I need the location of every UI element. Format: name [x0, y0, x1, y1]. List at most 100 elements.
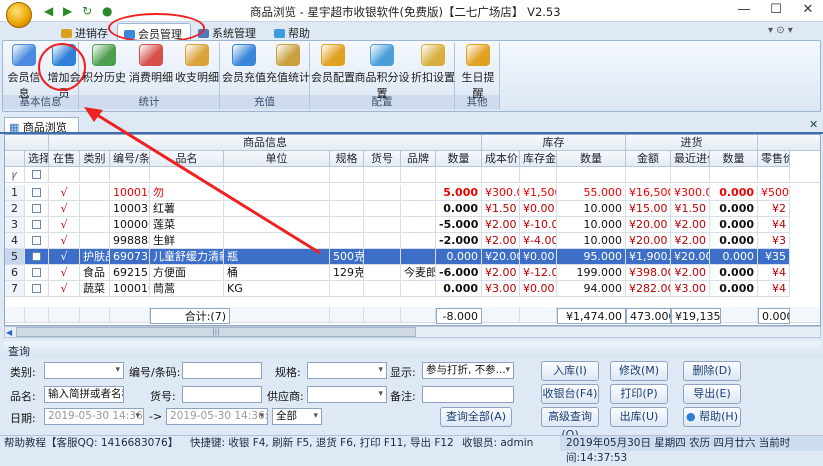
- query-all-button[interactable]: 查询全部(A): [440, 407, 512, 427]
- points-history-button[interactable]: 积分历史: [82, 44, 126, 88]
- help-button[interactable]: ● 帮助(H): [683, 407, 741, 427]
- name-label: 品名:: [10, 390, 36, 403]
- table-cell: [364, 233, 401, 249]
- birthday-reminder-button[interactable]: 生日提醒: [457, 44, 499, 100]
- table-cell: [330, 201, 364, 217]
- category-select[interactable]: [44, 362, 124, 379]
- cashier-button[interactable]: 收银台(F4): [541, 384, 599, 404]
- table-cell: [364, 281, 401, 297]
- product-points-button[interactable]: 商品积分设置: [354, 44, 410, 100]
- tab-inventory[interactable]: 进销存: [55, 23, 116, 40]
- filter-cell: [436, 167, 482, 183]
- app-logo-icon[interactable]: [6, 2, 32, 28]
- filter-select-all-checkbox[interactable]: [25, 167, 49, 183]
- filter-cell: [224, 167, 330, 183]
- checkbox[interactable]: [32, 170, 41, 179]
- summary-cell: [110, 307, 150, 323]
- column-header: 编号/条形码: [110, 151, 150, 167]
- display-select[interactable]: 参与打折, 不参...: [422, 362, 514, 379]
- note-input[interactable]: [422, 386, 514, 403]
- checkbox[interactable]: [32, 188, 41, 197]
- column-header: 库存金额: [520, 151, 557, 167]
- checkbox[interactable]: [32, 252, 41, 261]
- system-icon: [198, 29, 209, 38]
- row-checkbox[interactable]: [25, 233, 49, 249]
- tab-label: 帮助: [288, 27, 310, 40]
- table-cell: [330, 233, 364, 249]
- checkbox[interactable]: [32, 220, 41, 229]
- row-checkbox[interactable]: [25, 265, 49, 281]
- consumption-detail-button[interactable]: 消费明细: [129, 44, 173, 88]
- quick-access-toolbar[interactable]: ◀ ▶ ↻ ●: [44, 4, 115, 18]
- itemno-input[interactable]: [182, 386, 262, 403]
- date-from-picker[interactable]: 2019-05-30 14:36:38: [44, 408, 144, 425]
- checkbox[interactable]: [32, 204, 41, 213]
- table-cell: √: [49, 249, 80, 265]
- ribbon-options-icon[interactable]: ▾ ⊙ ▾: [768, 25, 793, 36]
- recharge-stats-icon: [276, 44, 300, 66]
- close-tab-icon[interactable]: ✕: [809, 118, 818, 131]
- table-cell: 10001003: [110, 185, 150, 201]
- row-checkbox[interactable]: [25, 249, 49, 265]
- stock-out-button[interactable]: 出库(U): [610, 407, 668, 427]
- date-to-value: 2019-05-30 14:36:38: [170, 410, 268, 422]
- table-cell: [80, 201, 110, 217]
- name-input[interactable]: 输入简拼或者名称: [44, 386, 124, 403]
- row-checkbox[interactable]: [25, 185, 49, 201]
- code-label: 编号/条码:: [129, 366, 181, 379]
- income-expense-button[interactable]: 收支明细: [175, 44, 219, 88]
- code-input[interactable]: [182, 362, 262, 379]
- export-button[interactable]: 导出(E): [683, 384, 741, 404]
- member-config-button[interactable]: 会员配置: [311, 44, 355, 88]
- edit-button[interactable]: 修改(M): [610, 361, 668, 381]
- tab-system-management[interactable]: 系统管理: [192, 23, 264, 40]
- filter-cell: [626, 167, 671, 183]
- row-checkbox[interactable]: [25, 217, 49, 233]
- group-header-stock: 库存: [482, 135, 626, 151]
- table-cell: ¥500: [758, 185, 790, 201]
- recharge-stats-button[interactable]: 充值统计: [266, 44, 310, 88]
- table-cell: 0.000: [710, 185, 758, 201]
- column-header: 单位: [224, 151, 330, 167]
- minimize-button[interactable]: —: [733, 2, 755, 17]
- button-label: 消费明细: [129, 71, 173, 84]
- stock-in-button[interactable]: 入库(I): [541, 361, 599, 381]
- checkbox[interactable]: [32, 284, 41, 293]
- scroll-left-icon[interactable]: ◀: [6, 328, 12, 337]
- filter-cell: [710, 167, 758, 183]
- print-button[interactable]: 打印(P): [610, 384, 668, 404]
- table-cell: 蔬菜: [80, 281, 110, 297]
- member-info-button[interactable]: 会员信息: [5, 44, 43, 100]
- status-bar: 帮助教程【客服QQ: 1416683076】 快捷键: 收银 F4, 刷新 F5…: [0, 435, 823, 464]
- spec-select[interactable]: [307, 362, 387, 379]
- tab-member-management[interactable]: 会员管理: [117, 23, 191, 41]
- button-label: 生日提醒: [461, 71, 495, 100]
- tab-help[interactable]: 帮助: [268, 23, 318, 40]
- filter-icon: ꝩ: [5, 167, 25, 183]
- advanced-query-button[interactable]: 高级查询(Q): [541, 407, 599, 441]
- discount-settings-button[interactable]: 折扣设置: [411, 44, 455, 88]
- table-cell: 129克: [330, 265, 364, 281]
- row-checkbox[interactable]: [25, 281, 49, 297]
- close-button[interactable]: ✕: [797, 2, 819, 17]
- tab-product-browse[interactable]: ▦ 商品浏览: [4, 117, 79, 134]
- date-from-value: 2019-05-30 14:36:38: [48, 410, 143, 422]
- help-tutorial-link[interactable]: 帮助教程【客服QQ: 1416683076】: [4, 436, 178, 451]
- checkbox[interactable]: [32, 268, 41, 277]
- table-cell: [224, 217, 330, 233]
- product-table[interactable]: 商品信息 库存 进货 选择在售类别编号/条形码品名单位规格货号品牌数量成本价库存…: [4, 134, 821, 326]
- table-cell: 莲菜: [150, 217, 224, 233]
- checkbox[interactable]: [32, 236, 41, 245]
- delete-button[interactable]: 删除(D): [683, 361, 741, 381]
- table-cell: [330, 185, 364, 201]
- row-number: 4: [5, 233, 25, 249]
- maximize-button[interactable]: ☐: [765, 2, 787, 17]
- table-cell: ¥20.00: [626, 233, 671, 249]
- add-member-button[interactable]: 增加会员: [45, 44, 83, 100]
- scrollbar-thumb[interactable]: |||: [16, 327, 416, 337]
- date-to-picker[interactable]: 2019-05-30 14:36:38: [166, 408, 268, 425]
- supplier-select[interactable]: [307, 386, 387, 403]
- member-recharge-button[interactable]: 会员充值: [222, 44, 266, 88]
- date-range-select[interactable]: 全部: [272, 408, 322, 425]
- row-checkbox[interactable]: [25, 201, 49, 217]
